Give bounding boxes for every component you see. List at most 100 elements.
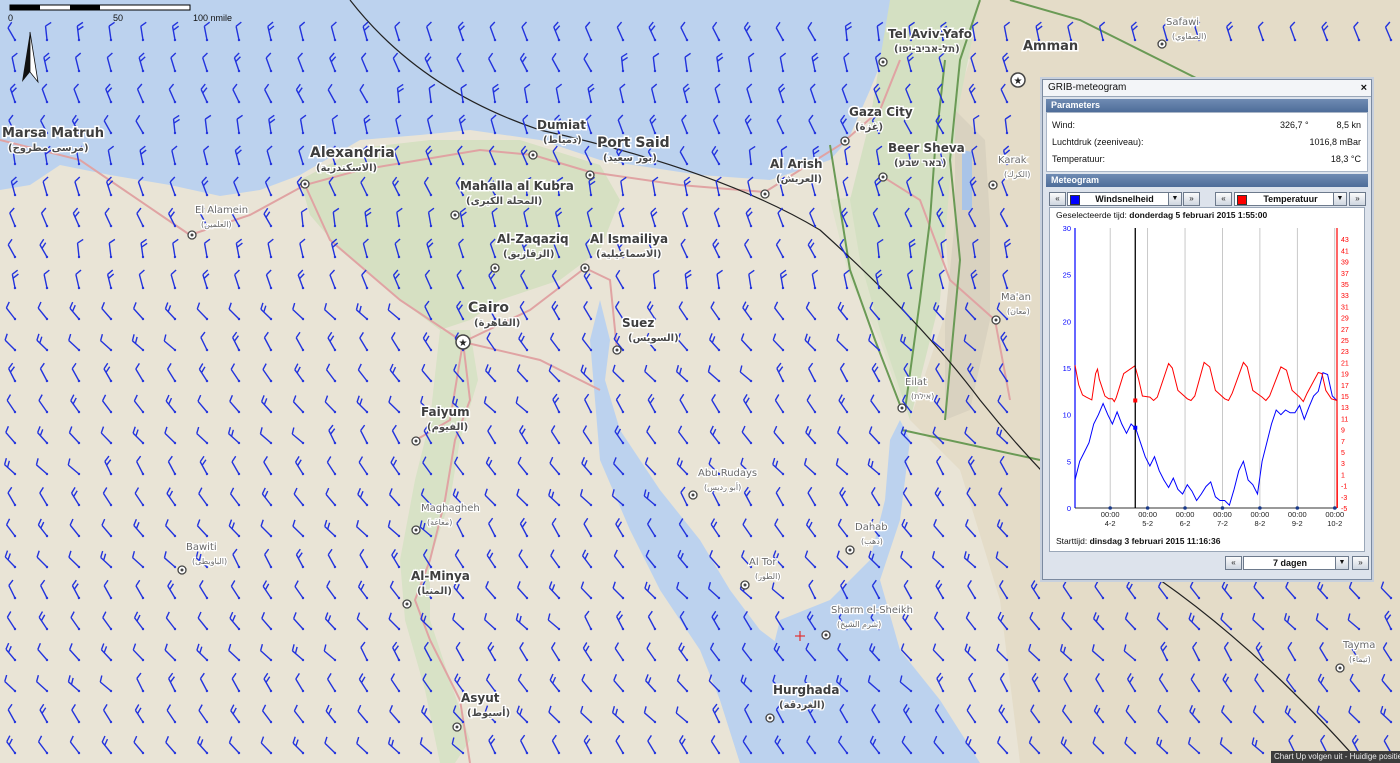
left-tick-label: 10 [1063,411,1071,420]
city-name: Dahab [855,522,888,533]
dead-sea [962,150,972,210]
window-title: GRIB-meteogram [1048,82,1127,93]
capital-star-icon: ★ [459,338,468,349]
right-tick-label: 31 [1341,304,1349,311]
city-native-name: (الكرك) [1004,170,1030,179]
param-unit: 8,5 kn [1336,120,1361,130]
x-tick-date: 9-2 [1292,519,1303,528]
x-tick-time: 00:00 [1213,510,1232,519]
range-prev-button[interactable]: « [1225,556,1242,570]
city-name: Port Said [597,135,670,151]
selected-time-value: donderdag 5 februari 2015 1:55:00 [1129,210,1268,220]
right-tick-label: -1 [1341,484,1347,491]
city-name: Sharm el-Sheikh [831,605,913,616]
city-native-name: (الزقازيق) [503,249,554,260]
scale-tick-50: 50 [113,13,123,23]
city-native-name: (الاسكندرية) [316,163,377,174]
x-tick-time: 00:00 [1101,510,1120,519]
x-tick-marker [1295,506,1300,510]
city-name: Ma'an [1001,292,1031,303]
grib-meteogram-window[interactable]: GRIB-meteogram × Parameters Wind: 326,7 … [1042,79,1372,580]
city-name: Cairo [468,300,509,316]
right-tick-label: 37 [1341,271,1349,278]
city-name: Dumiat [537,118,586,132]
start-time-line: Starttijd: dinsdag 3 februari 2015 11:16… [1056,536,1220,546]
city-native-name: (أبو رديس) [704,482,741,492]
range-select-value: 7 dagen [1272,558,1307,568]
param-label: Temperatuur: [1052,154,1106,164]
param-unit: 1016,8 mBar [1309,137,1361,147]
range-next-button[interactable]: » [1352,556,1369,570]
right-tick-label: 27 [1341,327,1349,334]
x-tick-date: 7-2 [1217,519,1228,528]
scale-tick-100: 100 nmile [193,13,232,23]
city-name: Marsa Matruh [2,126,104,141]
right-next-button[interactable]: » [1349,192,1366,206]
city-name: Bawiti [186,542,217,553]
param-row-wind: Wind: 326,7 ° 8,5 kn [1052,117,1361,133]
right-tick-label: 15 [1341,394,1349,401]
city-name: Al Ismailiya [590,232,668,246]
right-tick-label: 13 [1341,405,1349,412]
left-tick-label: 30 [1063,224,1071,233]
range-select[interactable]: 7 dagen ▼ [1243,556,1349,570]
city-native-name: (دمياط) [543,135,582,146]
start-time-label: Starttijd: [1056,536,1088,546]
city-name: Al Tor [749,557,777,568]
param-label: Wind: [1052,120,1076,130]
left-tick-label: 0 [1067,504,1071,513]
close-icon[interactable]: × [1361,80,1367,96]
right-tick-label: 9 [1341,428,1345,435]
city-name: Al-Minya [411,569,470,583]
right-parameter-select[interactable]: Temperatuur ▼ [1234,192,1347,206]
start-time-value: dinsdag 3 februari 2015 11:16:36 [1089,536,1221,546]
x-tick-date: 5-2 [1142,519,1153,528]
x-tick-marker [1220,506,1225,510]
left-tick-label: 20 [1063,317,1071,326]
city-native-name: (الغردقة) [779,700,825,711]
x-tick-date: 8-2 [1254,519,1265,528]
x-tick-marker [1183,506,1187,510]
right-tick-label: 19 [1341,372,1349,379]
left-tick-label: 25 [1063,271,1071,280]
city-name: Alexandria [310,145,395,161]
meteogram-chart[interactable]: 051015202530-5-3-11357911131517192123252… [1050,222,1364,532]
meteogram-controls: « Windsnelheid ▼ » « Temperatuur ▼ » [1046,187,1368,209]
right-tick-label: 7 [1341,439,1345,446]
left-select-value: Windsnelheid [1095,194,1154,204]
city-name: Hurghada [773,683,839,697]
meteogram-chart-box[interactable]: Geselecteerde tijd: donderdag 5 februari… [1049,207,1365,552]
right-color-swatch [1237,195,1247,205]
x-tick-marker [1258,506,1262,510]
right-tick-label: 33 [1341,293,1349,300]
x-tick-date: 4-2 [1105,519,1116,528]
city-native-name: (بور سعيد) [603,153,657,164]
right-tick-label: 23 [1341,349,1349,356]
city-name: Karak [998,155,1027,166]
right-tick-label: 41 [1341,248,1349,255]
left-prev-button[interactable]: « [1049,192,1066,206]
x-tick-time: 00:00 [1325,510,1344,519]
parameters-table: Wind: 326,7 ° 8,5 kn Luchtdruk (zeenivea… [1046,112,1368,172]
right-prev-button[interactable]: « [1215,192,1232,206]
x-tick-time: 00:00 [1288,510,1307,519]
city-name: Suez [622,316,654,330]
city-native-name: (تيماء) [1349,655,1371,664]
left-color-swatch [1070,195,1080,205]
meteogram-header: Meteogram [1046,174,1368,187]
window-titlebar[interactable]: GRIB-meteogram × [1043,80,1371,97]
city-name: Amman [1023,39,1078,54]
x-tick-time: 00:00 [1176,510,1195,519]
city-name: Eilat [905,377,927,388]
city-name: Asyut [461,691,500,705]
left-next-button[interactable]: » [1183,192,1200,206]
city-native-name: (الصفاوي) [1172,32,1206,41]
city-name: Al Arish [770,157,823,171]
city-native-name: (באר שבע) [894,158,946,169]
city-native-name: (الفيوم) [427,422,468,433]
city-native-name: (תל-אביב-יפו) [894,44,960,55]
city-name: Mahalla al Kubra [460,179,574,193]
x-tick-marker [1145,506,1150,510]
right-tick-label: 25 [1341,338,1349,345]
left-parameter-select[interactable]: Windsnelheid ▼ [1067,192,1182,206]
